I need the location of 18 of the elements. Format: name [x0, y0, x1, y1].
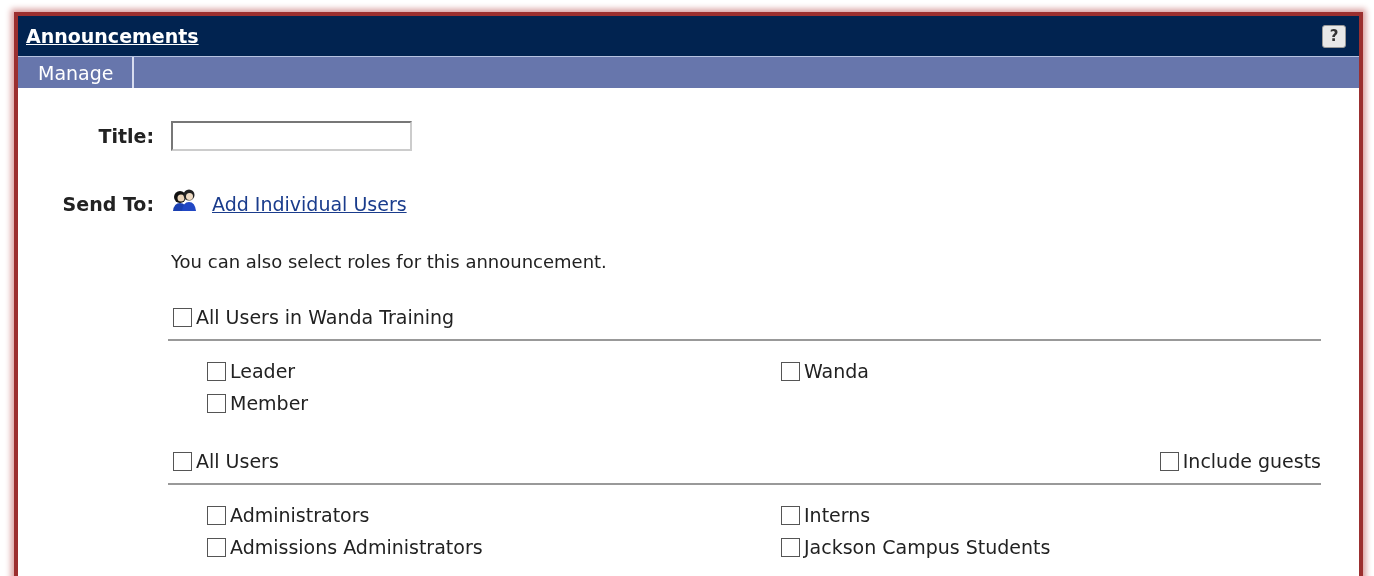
title-input-field[interactable]	[171, 121, 412, 151]
role-checkbox[interactable]: Admissions Administrators	[207, 534, 781, 560]
include-guests-checkbox[interactable]: Include guests	[1159, 448, 1321, 474]
roles-hint: You can also select roles for this announcement.	[171, 251, 608, 272]
field-label: Send To:	[61, 193, 154, 215]
role-checkbox[interactable]: Wanda	[781, 358, 1321, 384]
add-individual-users-link[interactable]: Add Individual Users	[212, 193, 407, 215]
users-icon	[171, 187, 197, 213]
help-button[interactable]: ?	[1322, 24, 1346, 48]
field-label: Title:	[97, 125, 154, 147]
role-checkbox[interactable]: Interns	[781, 502, 1321, 528]
role-checkbox[interactable]: Member	[207, 390, 781, 416]
group-checkbox[interactable]: All Users in Wanda Training	[173, 304, 455, 330]
role-checkbox[interactable]: Administrators	[207, 502, 781, 528]
panel-title-link[interactable]: Announcements	[26, 25, 199, 47]
group-checkbox[interactable]: All Users	[173, 448, 279, 474]
role-checkbox[interactable]: Leader	[207, 358, 781, 384]
role-checkbox[interactable]: Jackson Campus Students	[781, 534, 1321, 560]
